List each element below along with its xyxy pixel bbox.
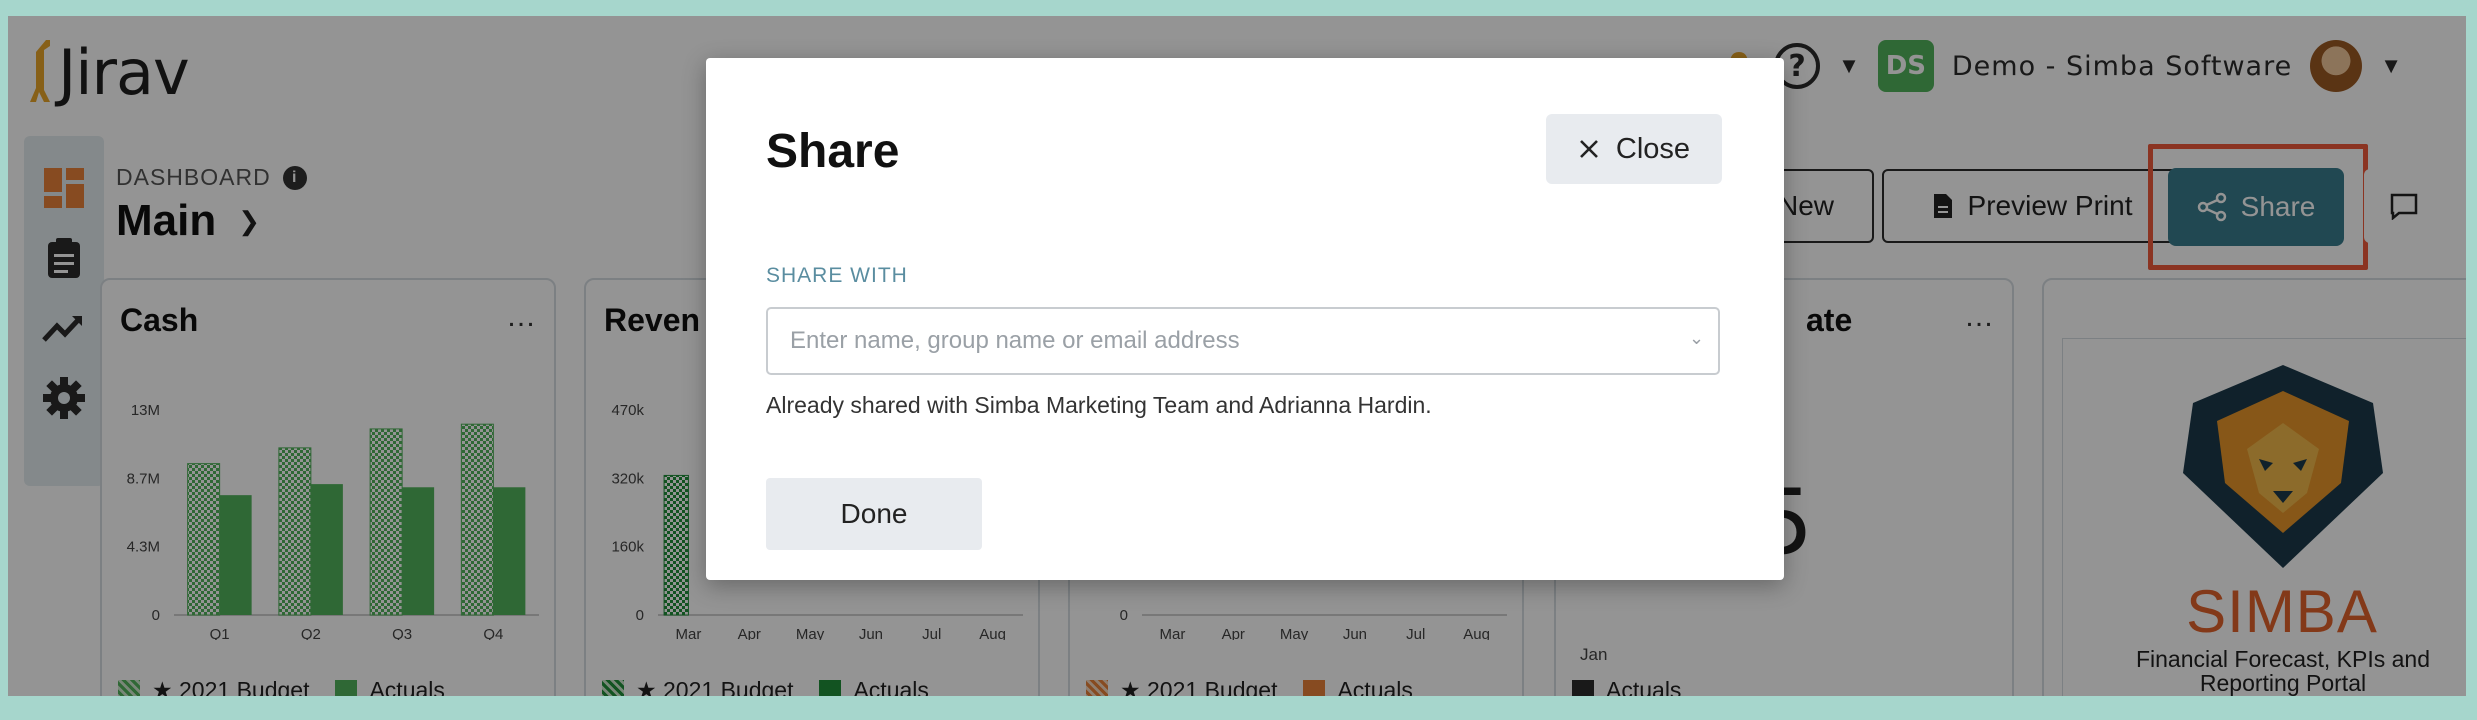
share-with-label: SHARE WITH — [766, 264, 908, 287]
close-button[interactable]: Close — [1546, 114, 1722, 184]
done-button[interactable]: Done — [766, 478, 982, 550]
close-icon — [1580, 140, 1598, 158]
share-dialog: Share Close SHARE WITH ⌄ Already shared … — [706, 58, 1784, 580]
already-shared-note: Already shared with Simba Marketing Team… — [766, 392, 1432, 418]
close-button-label: Close — [1615, 132, 1691, 165]
share-with-input[interactable] — [766, 307, 1720, 375]
share-with-chevron-down-icon[interactable]: ⌄ — [1689, 328, 1704, 349]
dialog-title: Share — [766, 125, 900, 178]
app-window: Jirav ? ▼ DS Demo - Simba Software ▼ DAS… — [8, 16, 2466, 696]
